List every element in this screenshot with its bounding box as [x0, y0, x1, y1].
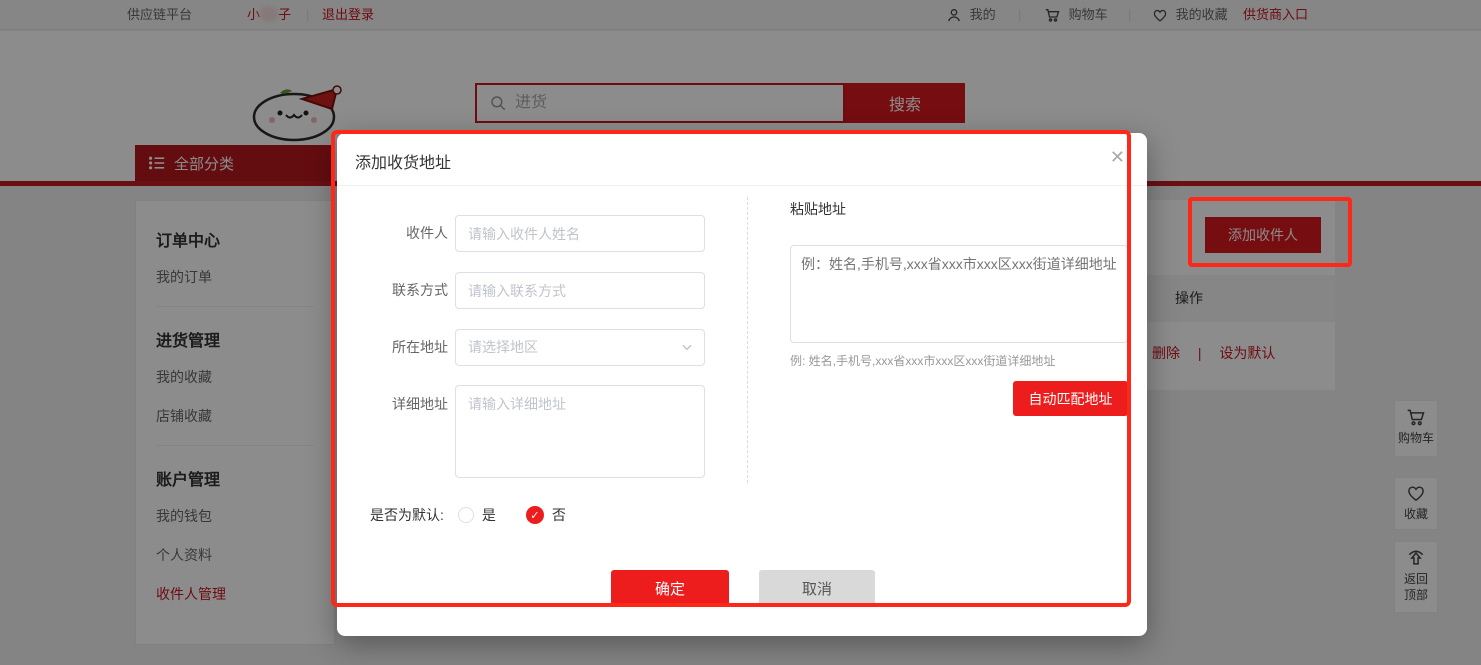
contact-field-label: 联系方式 — [348, 272, 448, 309]
region-field-label: 所在地址 — [348, 329, 448, 366]
check-icon: ✓ — [530, 509, 539, 522]
detail-address-label: 详细地址 — [348, 385, 448, 414]
cancel-button[interactable]: 取消 — [759, 570, 875, 606]
paste-address-label: 粘贴地址 — [790, 199, 846, 219]
modal-header-divider — [337, 185, 1147, 186]
detail-address-textarea[interactable] — [455, 385, 705, 478]
close-icon[interactable]: ✕ — [1110, 147, 1125, 168]
paste-address-helper: 例: 姓名,手机号,xxx省xxx市xxx区xxx街道详细地址 — [790, 352, 1055, 369]
default-radio-row: 是否为默认: 是 ✓ 否 — [370, 505, 566, 525]
page: 供应链平台 小子 | 退出登录 我的 | 购物车 | 我的收藏 供货商入口 — [0, 0, 1481, 665]
chevron-down-icon — [680, 340, 694, 354]
recipient-field-label: 收件人 — [348, 215, 448, 252]
auto-match-button[interactable]: 自动匹配地址 — [1013, 381, 1128, 416]
contact-input[interactable] — [455, 272, 705, 309]
recipient-name-input[interactable] — [455, 215, 705, 252]
modal-title: 添加收货地址 — [355, 149, 451, 173]
default-label: 是否为默认: — [370, 505, 444, 525]
radio-yes-label: 是 — [482, 505, 496, 525]
confirm-button[interactable]: 确定 — [611, 570, 729, 606]
paste-address-textarea[interactable] — [790, 245, 1128, 343]
add-address-modal: 添加收货地址 ✕ 收件人 联系方式 所在地址 请选择地区 详细地址 粘贴地址 例… — [337, 133, 1147, 636]
modal-column-divider — [747, 197, 748, 483]
region-select[interactable]: 请选择地区 — [455, 329, 705, 366]
radio-yes[interactable] — [458, 507, 474, 523]
radio-no-label: 否 — [552, 505, 566, 525]
radio-no-checked[interactable]: ✓ — [526, 506, 544, 524]
